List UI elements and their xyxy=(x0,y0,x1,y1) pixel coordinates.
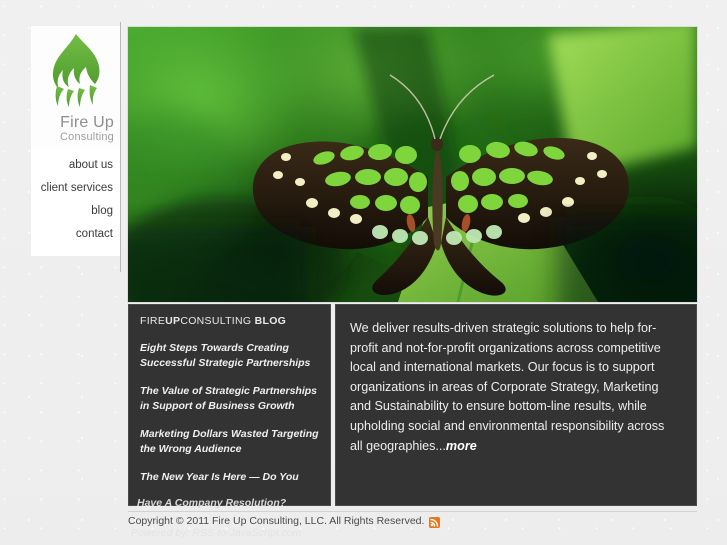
logo-wordmark: Fire Up Consulting xyxy=(31,114,120,144)
about-body-text: We deliver results-driven strategic solu… xyxy=(350,321,665,453)
nav-item-client-services[interactable]: client services xyxy=(31,177,120,200)
logo-line-secondary: Consulting xyxy=(60,131,114,143)
footer-divider xyxy=(128,511,697,512)
about-paragraph: We deliver results-driven strategic solu… xyxy=(350,319,680,456)
hero-butterfly-photo xyxy=(128,27,697,302)
page-root: Fire Up Consulting about us client servi… xyxy=(0,0,727,545)
sidebar-divider xyxy=(120,22,121,272)
flame-logo-icon xyxy=(31,30,120,115)
nav-item-contact[interactable]: contact xyxy=(31,223,120,246)
main-navigation: about us client services blog contact xyxy=(31,148,120,256)
blog-heading-consulting: CONSULTING xyxy=(180,315,252,327)
blog-post-link[interactable]: The Value of Strategic Partnerships in S… xyxy=(140,384,319,414)
footer: Copyright © 2011 Fire Up Consulting, LLC… xyxy=(128,515,697,528)
nav-item-about-us[interactable]: about us xyxy=(31,154,120,177)
blog-post-link[interactable]: The New Year Is Here — Do You xyxy=(140,470,319,485)
blog-post-clipped-line[interactable]: Have A Company Resolution? xyxy=(137,497,286,509)
logo-line-primary: Fire Up xyxy=(60,114,114,131)
copyright-text: Copyright © 2011 Fire Up Consulting, LLC… xyxy=(128,515,425,527)
blog-panel: FIREUPCONSULTING BLOG Eight Steps Toward… xyxy=(128,304,331,506)
about-more-link[interactable]: more xyxy=(446,439,477,453)
about-panel: We deliver results-driven strategic solu… xyxy=(335,304,697,506)
blog-post-link[interactable]: Eight Steps Towards Creating Successful … xyxy=(140,341,319,371)
blog-heading-blog: BLOG xyxy=(254,315,287,327)
rss-widget-attribution: Powered by: RSS-to-JavaScript.com xyxy=(131,527,302,539)
rss-feed-icon[interactable] xyxy=(429,516,441,528)
blog-panel-heading: FIREUPCONSULTING BLOG xyxy=(140,315,319,327)
nav-item-blog[interactable]: blog xyxy=(31,200,120,223)
blog-heading-fire: FIRE xyxy=(140,315,166,327)
blog-heading-up: UP xyxy=(165,315,181,327)
logo-block[interactable]: Fire Up Consulting xyxy=(31,26,120,148)
sidebar: Fire Up Consulting about us client servi… xyxy=(31,26,120,256)
blog-post-link[interactable]: Marketing Dollars Wasted Targeting the W… xyxy=(140,427,319,457)
